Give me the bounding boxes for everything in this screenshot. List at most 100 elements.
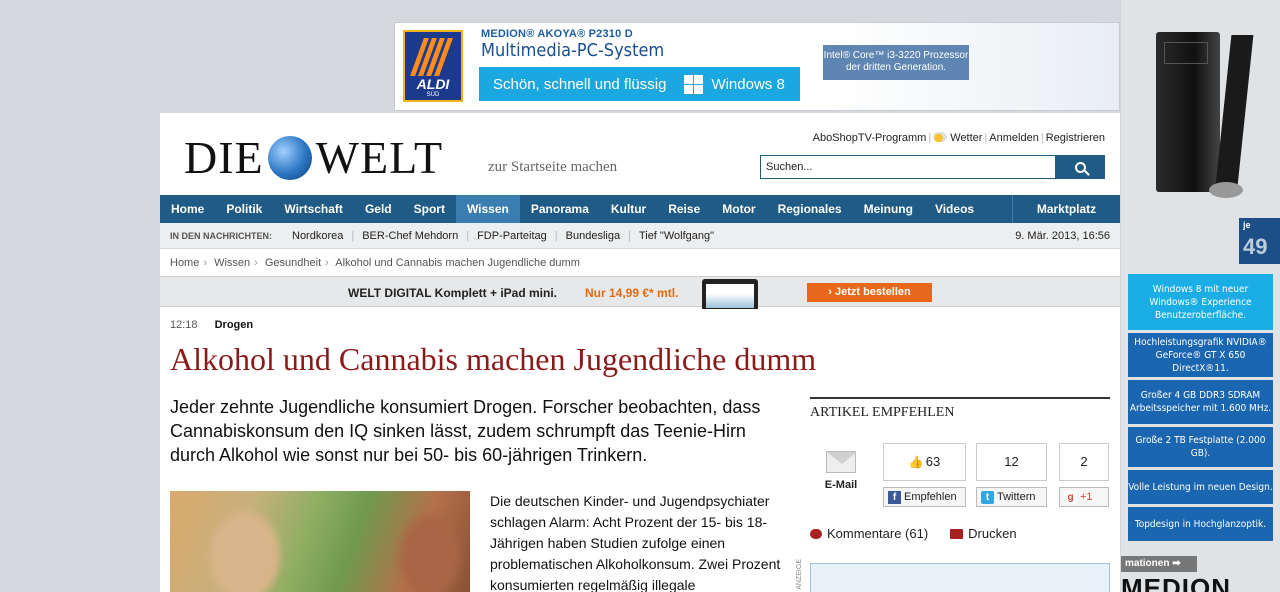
news-item[interactable]: Tief "Wolfgang" (631, 230, 722, 242)
gplus-count: 2 (1059, 443, 1109, 481)
breadcrumb-wissen[interactable]: Wissen (214, 257, 250, 269)
startseite-link[interactable]: zur Startseite machen (488, 159, 617, 176)
gplus-label: +1 (1080, 491, 1093, 503)
aldi-logo-text: ALDI (416, 76, 450, 92)
nav-politik[interactable]: Politik (215, 195, 273, 223)
article-meta: 12:18 Drogen (170, 319, 253, 331)
search-input[interactable] (760, 155, 1056, 179)
logo-text-left: DIE (184, 132, 264, 183)
feature-hdd: Große 2 TB Festplatte (2.000 GB). (1128, 427, 1273, 467)
nav-home[interactable]: Home (160, 195, 215, 223)
search-bar (760, 155, 1105, 179)
facebook-icon: f (888, 490, 901, 504)
tweet-label: Twittern (997, 491, 1036, 503)
nav-geld[interactable]: Geld (354, 195, 403, 223)
breadcrumb-separator: › (325, 257, 329, 269)
breadcrumb: Home › Wissen › Gesundheit › Alkohol und Ca… (170, 257, 580, 269)
news-item[interactable]: Nordkorea (284, 230, 351, 242)
ad-tagline[interactable]: Schön, schnell und flüssig Windows 8 (479, 67, 800, 101)
ad-tagline-text: Schön, schnell und flüssig (493, 75, 667, 93)
breadcrumb-separator: › (203, 257, 208, 269)
print-label: Drucken (968, 526, 1017, 541)
printer-icon (950, 528, 964, 539)
pc-tower-image (1156, 32, 1220, 192)
ipad-image (702, 279, 758, 309)
news-item[interactable]: Bundesliga (558, 230, 628, 242)
nav-wirtschaft[interactable]: Wirtschaft (273, 195, 354, 223)
globe-icon (267, 135, 312, 180)
twitter-icon: t (981, 490, 994, 504)
facebook-count: 63 (925, 454, 941, 469)
tweet-button[interactable]: t Twittern (976, 487, 1047, 507)
top-links: Abo Shop TV-Programm | Wetter | Anmelden… (813, 132, 1105, 144)
nav-reise[interactable]: Reise (657, 195, 711, 223)
article-category: Drogen (214, 319, 254, 331)
main-nav: Home Politik Wirtschaft Geld Sport Wisse… (160, 195, 1120, 223)
sidebar-ad[interactable] (810, 563, 1110, 592)
news-label: IN DEN NACHRICHTEN: (170, 230, 272, 241)
article-intro: Jeder zehnte Jugendliche konsumiert Drog… (170, 397, 761, 465)
facebook-like-label: Empfehlen (904, 491, 957, 503)
search-button[interactable] (1056, 155, 1105, 179)
email-label: E-Mail (824, 479, 858, 491)
gplus-icon: g (1064, 490, 1077, 504)
print-link[interactable]: Drucken (950, 526, 1017, 541)
gplus-button[interactable]: g +1 (1059, 487, 1109, 507)
separator: | (1040, 132, 1044, 144)
nav-wissen[interactable]: Wissen (455, 195, 520, 223)
nav-kultur[interactable]: Kultur (600, 195, 657, 223)
breadcrumb-home[interactable]: Home (170, 257, 199, 269)
side-ad-info-link[interactable]: mationen ➡ (1121, 556, 1197, 572)
breadcrumb-separator: › (254, 257, 258, 269)
feature-ram: Großer 4 GB DDR3 SDRAM Arbeitsspeicher m… (1128, 380, 1273, 424)
abo-link[interactable]: Abo (813, 132, 833, 144)
nav-motor[interactable]: Motor (711, 195, 766, 223)
nav-sport[interactable]: Sport (403, 195, 456, 223)
nav-panorama[interactable]: Panorama (520, 195, 600, 223)
article-image[interactable] (170, 491, 470, 592)
thumbs-up-icon: 👍 (908, 455, 924, 469)
weather-link[interactable]: Wetter (933, 132, 982, 144)
promo-price: Nur 14,99 €* mtl. (585, 286, 679, 300)
weather-icon (933, 132, 948, 142)
news-item[interactable]: FDP-Parteitag (469, 230, 555, 242)
news-item[interactable]: BER-Chef Mehdorn (354, 230, 466, 242)
twitter-count-box: 12 (976, 443, 1047, 481)
breadcrumb-gesundheit[interactable]: Gesundheit (265, 257, 321, 269)
article-headline: Alkohol und Cannabis machen Jugendliche … (170, 341, 817, 377)
price-tag: je 49 (1239, 218, 1280, 264)
price-prefix: je (1243, 220, 1251, 230)
email-share-button[interactable]: E-Mail (810, 443, 872, 503)
logo-text-right: WELT (315, 132, 444, 183)
nav-meinung[interactable]: Meinung (853, 195, 924, 223)
aldi-logo-sub: SÜD (426, 92, 440, 98)
price-value: 49 (1243, 234, 1268, 259)
ad-windows-text: Windows 8 (711, 75, 785, 93)
breadcrumb-current: Alkohol und Cannabis machen Jugendliche … (335, 257, 580, 269)
facebook-count-box: 👍 63 (883, 443, 966, 481)
ad-label: ANZEIGE (796, 559, 803, 590)
tv-programm-link[interactable]: TV-Programm (858, 132, 926, 144)
promo-text: WELT DIGITAL Komplett + iPad mini. (348, 286, 558, 300)
order-button[interactable]: › Jetzt bestellen (807, 283, 932, 302)
welt-logo[interactable]: DIE WELT (184, 131, 443, 184)
welt-digital-promo[interactable]: WELT DIGITAL Komplett + iPad mini. Nur 1… (160, 276, 1120, 309)
shop-link[interactable]: Shop (832, 132, 858, 144)
comments-link[interactable]: Kommentare (61) (810, 526, 928, 541)
side-ad-info-text: mationen (1125, 558, 1170, 569)
facebook-like-button[interactable]: f Empfehlen (883, 487, 966, 507)
feature-windows: Windows 8 mit neuer Windows® Experience … (1128, 274, 1273, 330)
nav-regionales[interactable]: Regionales (767, 195, 853, 223)
separator: | (984, 132, 988, 144)
login-link[interactable]: Anmelden (989, 132, 1039, 144)
nav-videos[interactable]: Videos (924, 195, 985, 223)
envelope-icon (826, 451, 857, 473)
twitter-count: 12 (1004, 454, 1019, 469)
side-ad[interactable]: je 49 Windows 8 mit neuer Windows® Exper… (1121, 0, 1280, 592)
feature-graphics: Hochleistungsgrafik NVIDIA® GeForce® GT … (1128, 333, 1273, 377)
article-time: 12:18 (170, 319, 198, 331)
nav-marktplatz[interactable]: Marktplatz (1012, 195, 1120, 223)
share-heading: ARTIKEL EMPFEHLEN (810, 397, 1110, 427)
top-ad-banner[interactable]: ALDI SÜD MEDION® AKOYA® P2310 D Multimed… (394, 22, 1120, 111)
register-link[interactable]: Registrieren (1046, 132, 1105, 144)
